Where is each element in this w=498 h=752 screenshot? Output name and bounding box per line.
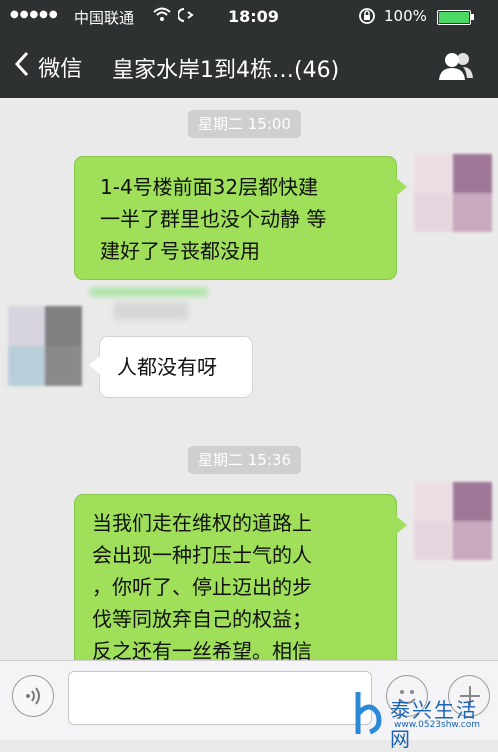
avatar-self[interactable] [414,154,492,232]
group-profile-button[interactable] [436,50,476,84]
nav-bar: 微信 皇家水岸1到4栋…(46) [0,34,498,98]
carrier-name: 中国联通 [74,9,135,27]
status-bar: ●●●●● 中国联通 18:09 100% [0,0,498,34]
sender-nickname-blurred [90,288,208,328]
rotation-lock-icon [358,7,376,29]
bubble-tail [396,178,407,196]
wifi-icon [152,6,172,26]
chat-area[interactable]: 星期二 15:00 1-4号楼前面32层都快建 一半了群里也没个动静 等 建好了… [0,98,498,660]
time-label: 星期二 15:36 [188,446,301,474]
emoji-button[interactable] [386,675,428,717]
voice-icon [26,687,40,705]
bubble-tail [396,516,407,534]
status-time: 18:09 [228,7,279,26]
message-bubble-incoming[interactable]: 人都没有呀 [99,336,253,398]
back-button[interactable]: 微信 [14,50,82,83]
voice-button[interactable] [12,675,54,717]
input-bar [0,660,498,740]
chat-title: 皇家水岸1到4栋…(46) [112,58,340,83]
time-label: 星期二 15:00 [188,110,301,138]
message-bubble-outgoing[interactable]: 1-4号楼前面32层都快建 一半了群里也没个动静 等 建好了号丧都没用 [74,156,397,280]
activity-icon [177,7,196,27]
message-bubble-outgoing[interactable]: 当我们走在维权的道路上 会出现一种打压士气的人 ，你听了、停止迈出的步 伐等同放… [74,494,397,660]
avatar-self[interactable] [414,482,492,560]
chevron-left-icon [14,51,38,84]
group-profile-icon [439,53,473,80]
signal-strength-icon: ●●●●● [10,9,59,20]
battery-icon [437,10,471,25]
bubble-tail [89,356,100,374]
back-label: 微信 [38,57,83,82]
message-input[interactable] [68,671,372,725]
emoji-icon [398,690,416,704]
battery-tip [471,14,474,20]
avatar-other[interactable] [8,306,82,386]
battery-percent: 100% [384,7,427,25]
plus-button[interactable] [448,675,490,717]
